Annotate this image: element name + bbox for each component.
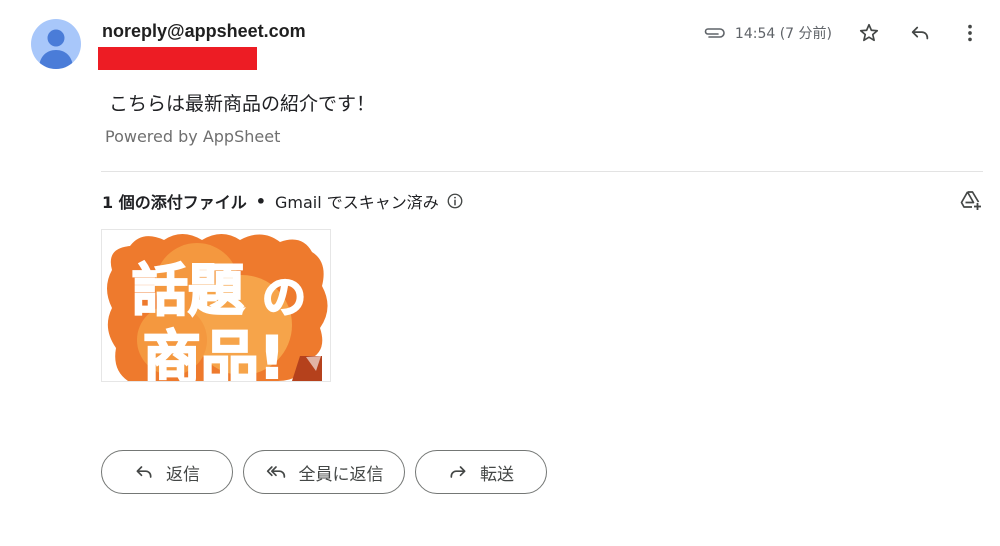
sender-avatar[interactable] <box>31 19 81 69</box>
attachment-count: 1 個の添付ファイル <box>102 193 247 212</box>
star-icon <box>859 23 879 42</box>
svg-text:話題: 話題 <box>132 259 244 324</box>
forward-button[interactable]: 転送 <box>415 450 547 494</box>
info-icon[interactable] <box>446 192 464 210</box>
star-button[interactable] <box>857 21 881 45</box>
reply-label: 返信 <box>166 464 200 485</box>
add-to-drive-icon <box>960 191 981 210</box>
person-avatar-icon <box>39 29 73 69</box>
reply-all-label: 全員に返信 <box>298 464 384 485</box>
forward-icon <box>450 466 466 478</box>
reply-button-top[interactable] <box>908 21 932 45</box>
attachments-header: 1 個の添付ファイル • Gmail でスキャン済み <box>102 189 464 213</box>
powered-by-text: Powered by AppSheet <box>105 127 281 146</box>
forward-label: 転送 <box>480 464 514 485</box>
reply-all-button[interactable]: 全員に返信 <box>243 450 405 494</box>
reply-actions: 返信 全員に返信 転送 <box>101 450 557 494</box>
message-meta: 14:54 (7 分前) <box>703 23 832 43</box>
more-options-button[interactable] <box>958 21 982 45</box>
attachment-thumbnail[interactable]: 話題 の 商品! <box>101 229 331 382</box>
svg-text:の: の <box>262 272 306 323</box>
add-to-drive-button[interactable] <box>959 188 983 212</box>
reply-button[interactable]: 返信 <box>101 450 233 494</box>
scan-status: Gmail でスキャン済み <box>274 193 439 212</box>
separator: • <box>255 191 266 211</box>
more-vert-icon <box>968 24 972 42</box>
redacted-recipient <box>98 47 257 70</box>
sender-email[interactable]: noreply@appsheet.com <box>102 21 306 42</box>
reply-all-icon <box>266 466 285 478</box>
message-time[interactable]: 14:54 (7 分前) <box>735 23 832 43</box>
reply-icon <box>911 26 929 40</box>
email-body: こちらは最新商品の紹介です！ <box>109 93 376 115</box>
paperclip-icon <box>704 28 725 38</box>
reply-icon <box>136 466 152 478</box>
attachment-image: 話題 の 商品! <box>107 234 328 381</box>
divider <box>101 171 983 172</box>
svg-text:商品!: 商品! <box>143 324 285 381</box>
